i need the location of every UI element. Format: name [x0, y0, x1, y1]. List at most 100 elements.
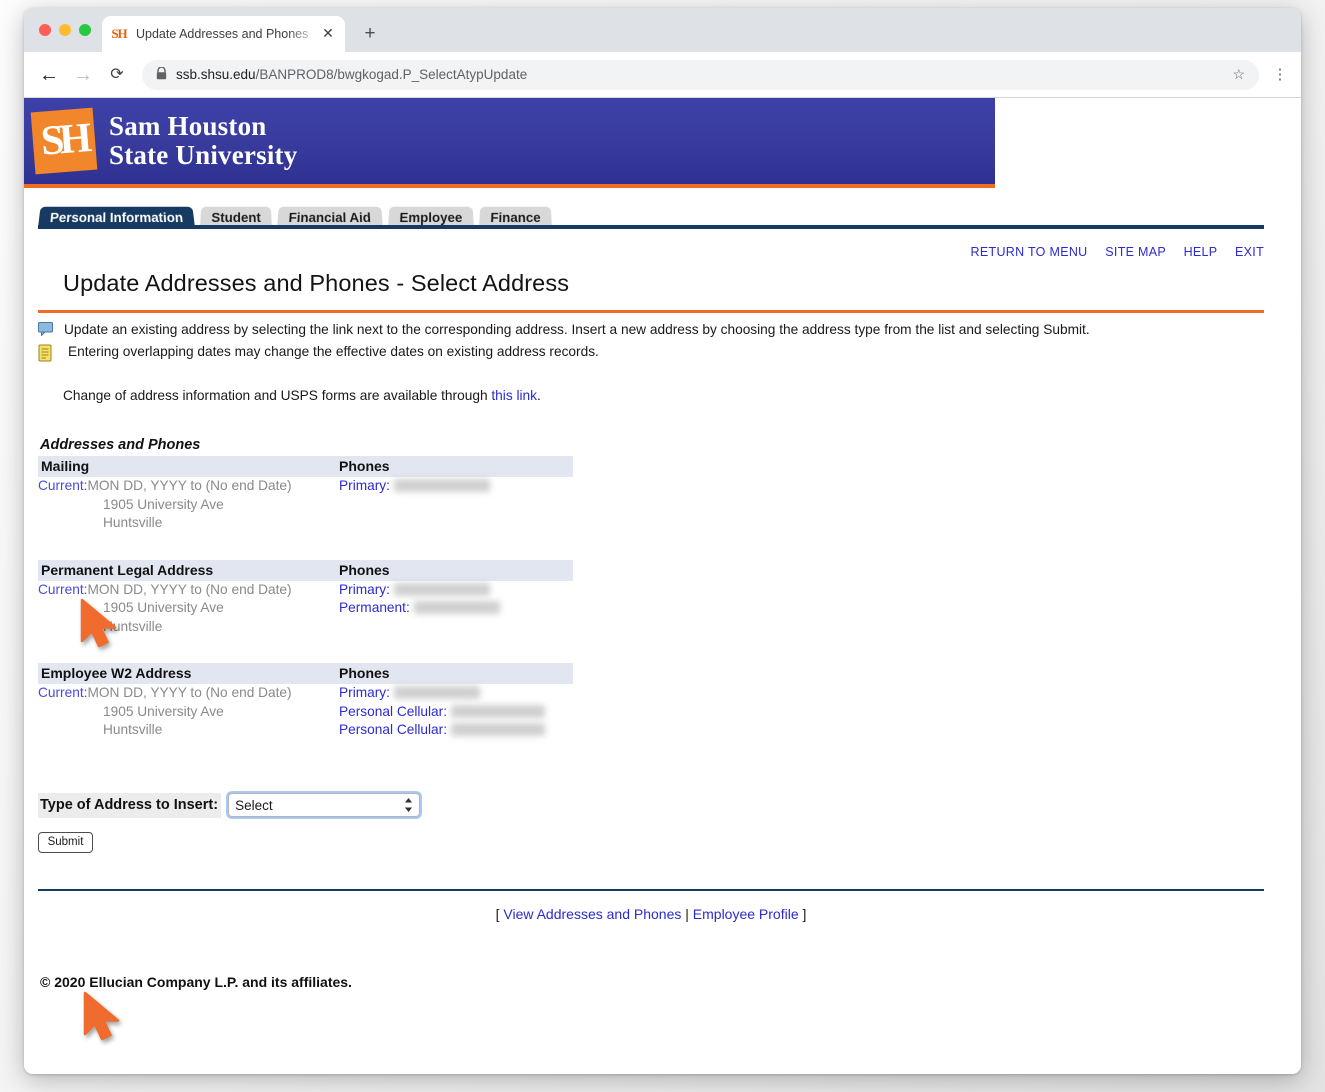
minimize-window-button[interactable]: [59, 24, 71, 36]
navy-divider: [38, 889, 1264, 891]
phone-label-primary[interactable]: Primary:: [339, 582, 390, 597]
phones-header: Phones: [335, 457, 573, 476]
footer-links: [ View Addresses and Phones | Employee P…: [38, 906, 1264, 922]
orange-divider: [38, 310, 1264, 313]
section-title: Addresses and Phones: [40, 437, 1264, 453]
browser-tab-title: Update Addresses and Phones: [136, 27, 320, 41]
main-nav-tabs: Personal Information Student Financial A…: [24, 202, 1301, 228]
phone-row: Primary:: [339, 581, 573, 600]
address-date-line: Current:MON DD, YYYY to (No end Date): [38, 581, 335, 600]
university-name: Sam Houston State University: [109, 112, 297, 170]
address-bar[interactable]: ssb.shsu.edu/BANPROD8/bwgkogad.P_SelectA…: [142, 60, 1259, 90]
site-map-link[interactable]: SITE MAP: [1105, 245, 1166, 259]
address-type-label: Type of Address to Insert:: [38, 793, 221, 818]
note-pad-icon: [38, 344, 56, 362]
usps-text-after: .: [537, 388, 541, 403]
shsu-logo-icon[interactable]: SH: [31, 108, 98, 175]
address-date-line: Current:MON DD, YYYY to (No end Date): [38, 477, 335, 496]
select-stepper-icon: [404, 797, 413, 815]
site-banner: SH Sam Houston State University: [24, 98, 995, 188]
forward-icon[interactable]: →: [68, 60, 98, 90]
tab-financial-aid-label: Financial Aid: [288, 210, 371, 225]
block-spacer: [38, 533, 1264, 557]
copyright-text: © 2020 Ellucian Company L.P. and its aff…: [40, 974, 1264, 990]
phone-row: Primary:: [339, 477, 573, 496]
university-name-line2: State University: [109, 141, 297, 170]
close-tab-icon[interactable]: ✕: [320, 26, 336, 42]
phones-column: Primary: Permanent:: [335, 581, 573, 637]
phone-row: Permanent:: [339, 599, 573, 618]
address-type-header: Mailing: [38, 457, 335, 476]
address-block-mailing: Mailing Phones Current:MON DD, YYYY to (…: [38, 456, 1264, 533]
phone-row: Personal Cellular:: [339, 703, 573, 722]
address-block-header: Mailing Phones: [38, 456, 573, 477]
maximize-window-button[interactable]: [79, 24, 91, 36]
address-lines: 1905 University Ave Huntsville: [38, 703, 335, 740]
phone-label-personal-cellular-2[interactable]: Personal Cellular:: [339, 722, 447, 737]
reload-icon[interactable]: ⟳: [102, 60, 132, 90]
utility-links: RETURN TO MENU SITE MAP HELP EXIT: [38, 228, 1264, 259]
employee-profile-link[interactable]: Employee Profile: [693, 906, 799, 922]
help-link[interactable]: HELP: [1184, 245, 1218, 259]
browser-toolbar: ← → ⟳ ssb.shsu.edu/BANPROD8/bwgkogad.P_S…: [24, 52, 1301, 97]
address-block-employee-w2: Employee W2 Address Phones Current:MON D…: [38, 663, 1264, 740]
phone-label-permanent[interactable]: Permanent:: [339, 600, 410, 615]
address-lines: 1905 University Ave Huntsville: [38, 599, 335, 636]
mouse-cursor-on-submit-button: [82, 991, 126, 1043]
phone-number-redacted: [394, 583, 490, 596]
current-address-link[interactable]: Current:: [38, 582, 87, 597]
address-block-body: Current:MON DD, YYYY to (No end Date) 19…: [38, 684, 573, 740]
address-street: 1905 University Ave: [103, 496, 335, 515]
url-domain: ssb.shsu.edu: [176, 67, 256, 82]
address-column: Current:MON DD, YYYY to (No end Date) 19…: [38, 581, 335, 637]
address-column: Current:MON DD, YYYY to (No end Date) 19…: [38, 684, 335, 740]
warning-note-row: Entering overlapping dates may change th…: [38, 342, 1264, 362]
back-icon[interactable]: ←: [34, 60, 64, 90]
tab-employee-label: Employee: [399, 210, 462, 225]
address-city: Huntsville: [103, 514, 335, 533]
return-to-menu-link[interactable]: RETURN TO MENU: [971, 245, 1088, 259]
address-column: Current:MON DD, YYYY to (No end Date) 19…: [38, 477, 335, 533]
address-lines: 1905 University Ave Huntsville: [38, 496, 335, 533]
page-viewport: SH Sam Houston State University Personal…: [24, 97, 1301, 1074]
phone-number-redacted: [451, 705, 545, 718]
phone-number-redacted: [394, 479, 490, 492]
phone-label-primary[interactable]: Primary:: [339, 685, 390, 700]
url-path: /BANPROD8/bwgkogad.P_SelectAtypUpdate: [256, 67, 528, 82]
phone-label-primary[interactable]: Primary:: [339, 478, 390, 493]
browser-tab-strip: SH Update Addresses and Phones ✕ +: [24, 8, 1301, 52]
address-city: Huntsville: [103, 618, 335, 637]
phone-number-redacted: [451, 723, 545, 736]
view-addresses-and-phones-link[interactable]: View Addresses and Phones: [503, 906, 681, 922]
current-address-link[interactable]: Current:: [38, 685, 87, 700]
phones-column: Primary:: [335, 477, 573, 533]
address-type-form-row: Type of Address to Insert: Select: [38, 793, 1264, 818]
bookmark-star-icon[interactable]: ☆: [1222, 66, 1245, 83]
phone-label-personal-cellular[interactable]: Personal Cellular:: [339, 704, 447, 719]
browser-tab[interactable]: SH Update Addresses and Phones ✕: [102, 16, 345, 52]
new-tab-icon[interactable]: +: [358, 22, 382, 46]
phone-row: Personal Cellular:: [339, 721, 573, 740]
tab-personal-information-label: Personal Information: [49, 210, 183, 225]
address-block-permanent-legal: Permanent Legal Address Phones Current:M…: [38, 560, 1264, 637]
notes-block: Update an existing address by selecting …: [38, 320, 1264, 362]
phones-header: Phones: [335, 561, 573, 580]
exit-link[interactable]: EXIT: [1235, 245, 1264, 259]
address-type-select[interactable]: Select: [228, 793, 420, 817]
current-address-link[interactable]: Current:: [38, 478, 87, 493]
submit-button-label: Submit: [48, 836, 84, 848]
address-type-header: Permanent Legal Address: [38, 561, 335, 580]
submit-button[interactable]: Submit: [38, 832, 93, 853]
address-block-header: Employee W2 Address Phones: [38, 663, 573, 684]
browser-menu-icon[interactable]: ⋮: [1269, 68, 1291, 82]
url-text: ssb.shsu.edu/BANPROD8/bwgkogad.P_SelectA…: [176, 67, 527, 82]
browser-window: SH Update Addresses and Phones ✕ + ← → ⟳…: [24, 8, 1301, 1074]
phone-number-redacted: [414, 601, 500, 614]
warning-note-text: Entering overlapping dates may change th…: [68, 342, 599, 362]
close-window-button[interactable]: [39, 24, 51, 36]
info-bubble-icon: [38, 322, 56, 340]
address-city: Huntsville: [103, 721, 335, 740]
footer-close-bracket: ]: [803, 906, 807, 922]
usps-this-link[interactable]: this link: [491, 388, 537, 403]
info-note-row: Update an existing address by selecting …: [38, 320, 1264, 340]
